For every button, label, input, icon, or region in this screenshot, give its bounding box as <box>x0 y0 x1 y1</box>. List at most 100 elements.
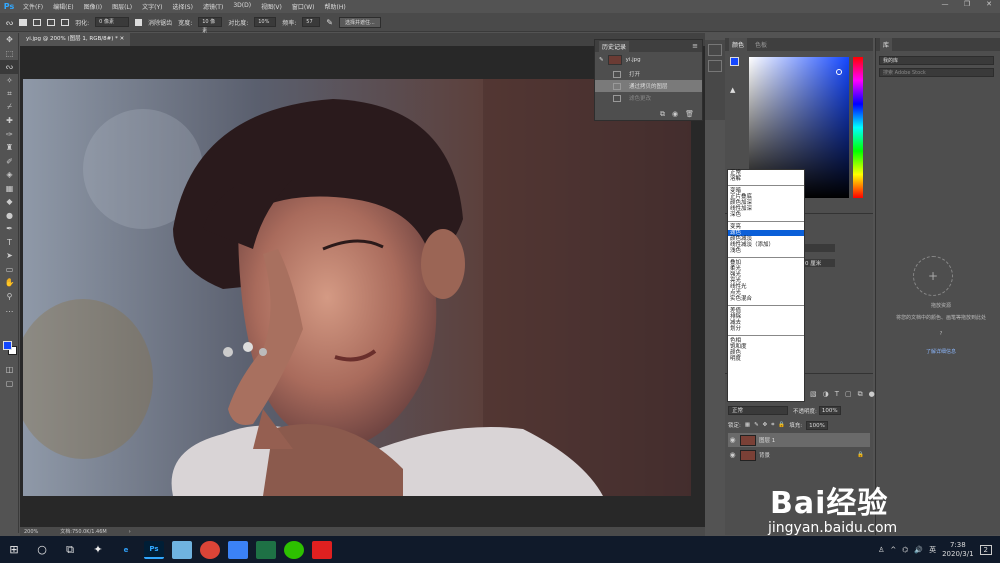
menu-item[interactable]: 窗口(W) <box>287 2 320 11</box>
file-manager-icon[interactable] <box>172 540 192 559</box>
gradient-tool-icon[interactable]: ▦ <box>0 182 19 196</box>
recorder-app-icon[interactable] <box>312 540 332 559</box>
menu-item[interactable]: 3D(D) <box>228 2 256 11</box>
close-icon[interactable]: ✕ <box>978 0 1000 8</box>
history-brush-source-icon[interactable]: ✎ <box>599 57 604 63</box>
hand-tool-icon[interactable]: ✋ <box>0 276 19 290</box>
history-state[interactable]: 通过拷贝的图层 <box>595 80 702 92</box>
properties-field[interactable] <box>805 244 835 252</box>
marquee-tool-icon[interactable]: ⬚ <box>0 47 19 61</box>
layer-blend-select[interactable]: 正常 <box>728 406 788 415</box>
people-icon[interactable]: ♙ <box>878 546 884 554</box>
mixed-reality-icon[interactable]: ✦ <box>84 536 112 563</box>
select-and-mask-button[interactable]: 选择并遮住... <box>338 16 381 28</box>
network-icon[interactable]: ⌬ <box>902 546 908 554</box>
move-tool-icon[interactable]: ✥ <box>0 33 19 47</box>
menu-item[interactable]: 图层(L) <box>107 2 137 11</box>
menu-item[interactable]: 编辑(E) <box>48 2 78 11</box>
restore-icon[interactable]: ❐ <box>956 0 978 8</box>
layer-row[interactable]: ◉ 图层 1 <box>728 433 870 447</box>
width-input[interactable]: 10 像素 <box>198 17 223 34</box>
menu-item[interactable]: 图像(I) <box>79 2 107 11</box>
history-snapshot[interactable]: ✎ yi.jpg <box>595 52 702 68</box>
quick-mask-icon[interactable]: ◫ <box>0 363 19 377</box>
filter-type-icon[interactable]: T <box>835 390 839 398</box>
visibility-eye-icon[interactable]: ◉ <box>728 436 737 444</box>
antialias-checkbox[interactable] <box>135 18 143 26</box>
filter-pixel-icon[interactable]: ▧ <box>810 390 817 398</box>
pen-tool-icon[interactable]: ✒ <box>0 222 19 236</box>
menu-item[interactable]: 文件(F) <box>18 2 48 11</box>
fill-input[interactable]: 100% <box>806 420 828 430</box>
notifications-icon[interactable]: 2 <box>979 544 992 555</box>
lock-position-icon[interactable]: ✥ <box>763 422 768 428</box>
history-brush-tool-icon[interactable]: ✐ <box>0 155 19 169</box>
lock-transparent-icon[interactable]: ▦ <box>745 422 750 428</box>
menu-item[interactable]: 选择(S) <box>167 2 198 11</box>
navigator-panel-icon[interactable] <box>708 60 722 72</box>
blur-tool-icon[interactable]: ◆ <box>0 195 19 209</box>
filter-toggle-icon[interactable]: ● <box>869 390 875 398</box>
lock-pixels-icon[interactable]: ✎ <box>754 422 759 428</box>
volume-icon[interactable]: 🔊 <box>914 546 923 554</box>
menu-item[interactable]: 视图(V) <box>256 2 287 11</box>
blend-mode-option[interactable]: 明度 <box>728 356 804 362</box>
layer-row[interactable]: ◉ 背景 🔒 <box>728 448 870 462</box>
crop-tool-icon[interactable]: ⌗ <box>0 87 19 101</box>
path-selection-tool-icon[interactable]: ➤ <box>0 249 19 263</box>
library-select[interactable]: 我的库 <box>879 56 994 65</box>
menu-item[interactable]: 文字(Y) <box>137 2 167 11</box>
spreadsheet-app-icon[interactable] <box>256 540 276 559</box>
notes-app-icon[interactable] <box>228 540 248 559</box>
magic-wand-tool-icon[interactable]: ✧ <box>0 74 19 88</box>
panel-menu-icon[interactable]: ≡ <box>692 42 698 50</box>
ime-icon[interactable]: 英 <box>929 545 936 555</box>
contrast-input[interactable]: 10% <box>254 17 277 27</box>
visibility-eye-icon[interactable]: ◉ <box>728 451 737 459</box>
tab-color[interactable]: 颜色 <box>729 38 748 51</box>
camera-icon[interactable]: ◉ <box>672 110 678 118</box>
wechat-icon[interactable] <box>284 540 304 559</box>
zoom-tool-icon[interactable]: ⚲ <box>0 290 19 304</box>
lasso-tool-icon[interactable]: ᔓ <box>6 18 13 27</box>
cortana-search-icon[interactable]: ○ <box>28 536 56 563</box>
type-tool-icon[interactable]: T <box>0 236 19 250</box>
foreground-color-swatch[interactable] <box>3 341 12 350</box>
healing-brush-tool-icon[interactable]: ✚ <box>0 114 19 128</box>
pen-pressure-icon[interactable]: ✎ <box>326 18 333 27</box>
rectangle-tool-icon[interactable]: ▭ <box>0 263 19 277</box>
new-document-from-state-icon[interactable]: ⧉ <box>660 110 665 119</box>
filter-shape-icon[interactable]: ▢ <box>845 390 852 398</box>
history-state[interactable]: 滤色更改 <box>595 92 702 104</box>
frequency-input[interactable]: 57 <box>302 17 321 27</box>
edge-icon[interactable]: e <box>116 541 136 559</box>
minimize-icon[interactable]: — <box>934 0 956 8</box>
tab-swatches[interactable]: 色板 <box>755 40 767 49</box>
picker-cursor[interactable] <box>836 69 842 75</box>
layer-name[interactable]: 图层 1 <box>759 436 775 444</box>
document-tab[interactable]: yi.jpg @ 200% (图层 1, RGB/8#) * ✕ <box>20 33 131 46</box>
feather-input[interactable]: 0 像素 <box>95 17 130 27</box>
color-panel-foreground-swatch[interactable] <box>730 57 739 66</box>
layer-name[interactable]: 背景 <box>759 451 770 459</box>
dodge-tool-icon[interactable]: ● <box>0 209 19 223</box>
lock-all-icon[interactable]: 🔒 <box>778 422 785 428</box>
filter-adjust-icon[interactable]: ◑ <box>823 390 829 398</box>
help-circle-icon[interactable]: ? <box>886 331 996 337</box>
lock-artboard-icon[interactable]: ⌗ <box>771 422 774 429</box>
histogram-panel-icon[interactable] <box>708 44 722 56</box>
screen-mode-icon[interactable]: ▢ <box>0 377 19 391</box>
intersect-selection-icon[interactable] <box>61 18 70 26</box>
document-info[interactable]: 文档:750.0K/1.46M <box>60 528 106 535</box>
chrome-icon[interactable] <box>200 540 220 559</box>
opacity-input[interactable]: 100% <box>818 406 841 415</box>
menu-item[interactable]: 滤镜(T) <box>198 2 228 11</box>
add-asset-plus-icon[interactable]: + <box>913 256 953 296</box>
document-photo[interactable] <box>23 79 691 496</box>
show-hidden-icons-icon[interactable]: ^ <box>890 546 896 554</box>
eyedropper-tool-icon[interactable]: ⌿ <box>0 101 19 115</box>
subtract-selection-icon[interactable] <box>47 18 56 26</box>
hue-slider[interactable] <box>853 57 863 198</box>
eraser-tool-icon[interactable]: ◈ <box>0 168 19 182</box>
history-panel-title[interactable]: 历史记录 <box>599 40 630 52</box>
